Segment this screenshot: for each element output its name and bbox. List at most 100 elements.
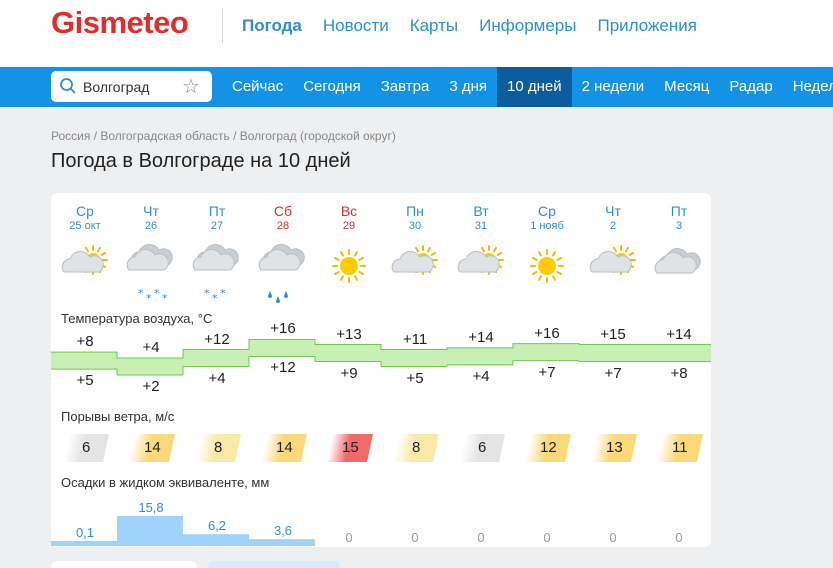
city-search[interactable]: Волгоград ☆ — [51, 71, 212, 102]
wind-gust-value: 6 — [81, 439, 91, 456]
sun-ray — [340, 251, 344, 257]
sun-ray — [493, 246, 497, 253]
temperature-segment — [183, 349, 249, 367]
sun-ray — [625, 246, 629, 253]
temp-row-label: Температура воздуха, °C — [61, 311, 213, 326]
precip-value: 3,6 — [273, 523, 293, 539]
breadcrumb: Россия / Волгоградская область / Волгогр… — [51, 129, 396, 143]
temperature-segment — [645, 344, 711, 362]
sun-ray — [628, 252, 635, 256]
nav-link[interactable]: Карты — [410, 16, 458, 36]
period-tab[interactable]: Завтра — [371, 67, 440, 107]
temp-max: +14 — [468, 328, 494, 346]
raindrop — [276, 296, 280, 303]
precip-value: 0 — [675, 530, 683, 545]
period-tab[interactable]: 10 дней — [497, 67, 572, 107]
sun-ray — [334, 271, 340, 275]
wind-row-label: Порывы ветра, м/с — [61, 409, 175, 424]
raindrop — [284, 291, 288, 298]
wind-gust-value: 8 — [213, 439, 223, 456]
temp-min: +7 — [538, 363, 556, 381]
day-column[interactable]: Пн 30 — [382, 203, 448, 232]
sun-ray — [430, 252, 437, 256]
day-name: Ср — [76, 203, 94, 219]
temperature-segment — [381, 349, 447, 367]
day-name: Ср — [538, 203, 556, 219]
period-tab[interactable]: Месяц — [654, 67, 719, 107]
nav-link[interactable]: Новости — [323, 16, 389, 36]
temperature-segment — [579, 344, 645, 362]
temp-min: +4 — [472, 367, 490, 385]
day-name: Пн — [406, 203, 424, 219]
day-date: 31 — [474, 220, 488, 232]
day-date: 27 — [210, 220, 224, 232]
day-date: 2 — [609, 220, 617, 232]
temp-max: +15 — [600, 325, 626, 343]
sun-ray — [334, 257, 340, 261]
snowflake: * — [220, 287, 226, 300]
temp-min: +9 — [340, 364, 358, 382]
sun-ray — [354, 275, 358, 281]
precip-value: 6,2 — [207, 518, 227, 534]
precip-bar — [51, 541, 117, 546]
sun-ray — [552, 251, 556, 257]
period-tab[interactable]: Сегодня — [293, 67, 371, 107]
page-title: Погода в Волгограде на 10 дней — [51, 150, 351, 172]
sun-ray — [496, 252, 503, 256]
wind-gust-value: 11 — [672, 439, 688, 456]
gismeteo-logo[interactable]: Gismeteo — [51, 5, 189, 41]
day-column[interactable]: Пт 3 — [646, 203, 712, 232]
sub-nav-bar: Волгоград ☆ Сейчас Сегодня Завтра 3 дня 10 д… — [0, 67, 833, 107]
bottom-panel-right — [208, 561, 340, 568]
temp-max: +14 — [666, 325, 692, 343]
snowflake: * — [138, 287, 144, 300]
day-column[interactable]: Ср 1 нояб — [514, 203, 580, 232]
sun-ray — [481, 246, 485, 253]
sun-ray — [354, 251, 358, 257]
breadcrumb-link[interactable]: Волгоградская область — [100, 129, 233, 143]
temp-min: +7 — [604, 364, 622, 382]
day-date: 29 — [342, 220, 356, 232]
breadcrumb-link[interactable]: Волгоград (городской округ) — [240, 129, 396, 143]
period-tab[interactable]: Радар — [719, 67, 782, 107]
snowflake: * — [212, 292, 218, 305]
temp-min: +2 — [142, 377, 160, 395]
sun-ray — [358, 271, 364, 275]
favorite-star-icon[interactable]: ☆ — [182, 74, 200, 99]
breadcrumb-link[interactable]: Россия — [51, 129, 94, 143]
day-column[interactable]: Ср 25 окт — [52, 203, 118, 232]
sun-ray — [532, 257, 538, 261]
day-column[interactable]: Вт 31 — [448, 203, 514, 232]
day-name: Пт — [208, 203, 226, 219]
temp-max: +8 — [76, 333, 94, 351]
nav-link[interactable]: Погода — [242, 16, 302, 36]
period-tab[interactable]: 3 дня — [439, 67, 497, 107]
nav-link[interactable]: Приложения — [597, 16, 696, 36]
day-column[interactable]: Чт 2 — [580, 203, 646, 232]
period-tab[interactable]: Сейчас — [222, 67, 293, 107]
precip-value: 0 — [345, 530, 353, 545]
cloudy-light-snow-icon: * * * — [192, 244, 239, 305]
period-tab[interactable]: Неделя — [783, 67, 833, 107]
day-column[interactable]: Вс 29 — [316, 203, 382, 232]
snowflake: * — [154, 287, 160, 300]
cloudy-snow-icon: * * * * — [126, 244, 173, 305]
day-name: Сб — [273, 203, 293, 219]
day-column[interactable]: Пт 27 — [184, 203, 250, 232]
precip-value: 0 — [543, 530, 551, 545]
wind-gust-badge: 6 — [63, 434, 109, 462]
temp-max: +13 — [336, 325, 362, 343]
nav-link[interactable]: Информеры — [479, 16, 576, 36]
day-column[interactable]: Чт 26 — [118, 203, 184, 232]
day-column[interactable]: Сб 28 — [250, 203, 316, 232]
day-date: 1 нояб — [530, 220, 564, 232]
period-tab[interactable]: 2 недели — [572, 67, 655, 107]
day-date: 25 окт — [69, 220, 101, 232]
day-date: 26 — [144, 220, 158, 232]
precip-bar — [117, 515, 183, 546]
search-input[interactable]: Волгоград — [83, 79, 149, 95]
sun-icon — [530, 249, 564, 283]
wind-gust-badge: 15 — [327, 434, 373, 462]
temperature-segment — [447, 347, 513, 365]
search-icon — [60, 78, 76, 94]
